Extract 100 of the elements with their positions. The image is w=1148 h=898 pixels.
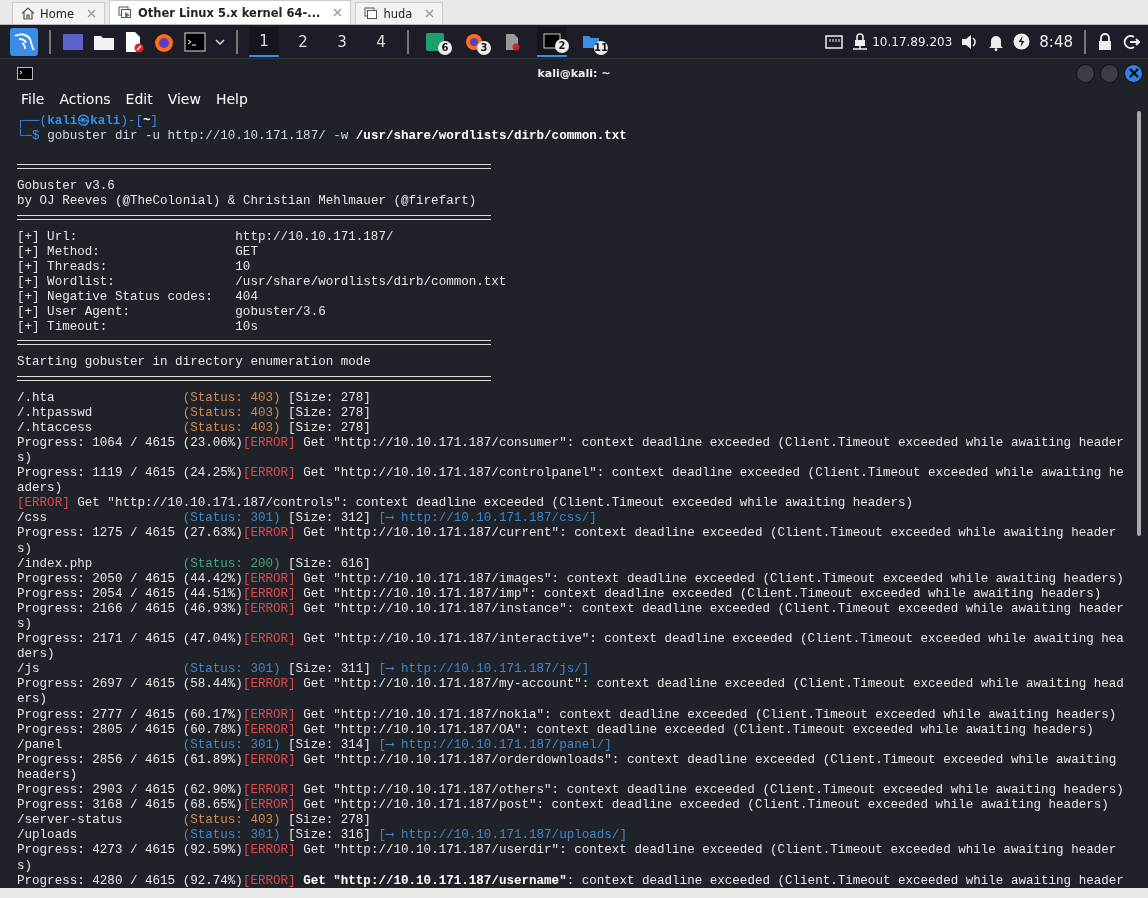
error-line: Progress: 2805 / 4615 (60.78%)[ERROR] Get "http://10.10.171.187/OA": context deadline exceeded (Client.Timeout exceeded while awaiting headers) — [17, 722, 1095, 738]
terminal-icon — [17, 66, 33, 80]
error-line: Progress: 2903 / 4615 (62.90%)[ERROR] Get "http://10.10.171.187/others": context deadline exceeded (Client.Timeout exceeded while awaiting headers) — [17, 783, 1125, 799]
output-text: [Size: 316] — [287, 828, 372, 843]
path-text: /.htaccess — [17, 420, 94, 436]
error-line: Progress: 2171 / 4615 (47.04%)[ERROR] Get "http://10.10.171.187/interactive": context deadline exceeded (Client.Timeout exceeded while awaiting headers) — [17, 632, 1125, 663]
menu-item[interactable]: View — [167, 91, 201, 107]
close-icon[interactable] — [86, 9, 96, 18]
output-text: [Size: 278] — [287, 813, 371, 828]
vm-running-icon — [117, 5, 133, 20]
vm-tab[interactable]: Home — [12, 2, 105, 24]
output-text: [Size: 278] — [287, 405, 371, 420]
status-text: (Status: 301) — [182, 662, 281, 677]
vm-tab[interactable]: Other Linux 5.x kernel 64-... — [108, 0, 352, 24]
document-icon — [505, 32, 521, 51]
clock-text: 8:48 — [1039, 32, 1073, 51]
status-text: (Status: 403) — [182, 390, 281, 405]
error-line: Progress: 2697 / 4615 (58.44%)[ERROR] Get "http://10.10.171.187/my-account": context deadline exceeded (Client.Timeout exceeded while awaiting headers) — [17, 677, 1125, 708]
prompt-frame: )-[ — [120, 114, 143, 128]
path-text: /.htpasswd — [17, 405, 94, 421]
taskbar-app[interactable]: 3 — [459, 26, 489, 57]
prompt-frame: ┌──( — [17, 114, 48, 128]
lock-icon[interactable] — [852, 32, 869, 51]
error-line: Progress: 1275 / 4615 (27.63%)[ERROR] Get "http://10.10.171.187/current": context deadline exceeded (Client.Timeout exceeded while awaiting headers) — [17, 526, 1118, 557]
taskbar-app[interactable]: 2 — [537, 26, 567, 57]
status-text: (Status: 403) — [182, 813, 281, 828]
error-line: Progress: 3168 / 4615 (68.65%)[ERROR] Get "http://10.10.171.187/post": context deadline exceeded (Client.Timeout exceeded while awaiting headers) — [17, 798, 1110, 814]
path-text: /server-status — [17, 813, 124, 829]
chevron-icon[interactable] — [215, 37, 225, 46]
error-line: Progress: 2856 / 4615 (61.89%)[ERROR] Get "http://10.10.171.187/orderdownloads": context deadline exceeded (Client.Timeout exceeded while awaiting headers) — [17, 752, 1118, 784]
output-text: by OJ Reeves (@TheColonial) & Christian Mehlmauer (@firefart) — [17, 194, 477, 209]
terminal-icon — [543, 32, 561, 49]
logout-icon[interactable] — [1122, 32, 1140, 51]
vm-tab[interactable]: huda — [355, 2, 444, 24]
error-line: Progress: 4273 / 4615 (92.59%)[ERROR] Get "http://10.10.171.187/userdir": context deadline exceeded (Client.Timeout exceeded while awaiting headers) — [17, 843, 1118, 874]
output-text: /usr/share/wordlists/dirb/common.txt — [235, 274, 507, 289]
close-button[interactable] — [1124, 63, 1143, 83]
scrollbar-thumb[interactable] — [1137, 111, 1141, 536]
terminal-icon[interactable] — [184, 31, 206, 52]
error-line: [ERROR] Get "http://10.10.171.187/controls": context deadline exceeded (Client.Timeout exceeded while awaiting headers) — [17, 496, 914, 512]
workspace-button[interactable]: 2 — [288, 26, 318, 57]
lock-icon[interactable] — [1097, 32, 1113, 51]
window-title: kali@kali: ~ — [537, 66, 611, 80]
redirect-link[interactable]: [⟶ http://10.10.171.187/uploads/] — [378, 828, 627, 843]
output-text: 10 — [235, 259, 251, 274]
vm-icon — [364, 7, 379, 20]
path-text: /uploads — [17, 828, 79, 844]
redirect-link[interactable]: [⟶ http://10.10.171.187/css/] — [378, 511, 597, 526]
bold-text: /usr/share/wordlists/dirb/common.txt — [355, 129, 627, 144]
redirect-link[interactable]: [⟶ http://10.10.171.187/panel/] — [378, 737, 612, 752]
output-text: GET — [235, 244, 258, 259]
workspace-button[interactable]: 3 — [327, 26, 357, 57]
close-icon[interactable] — [333, 8, 343, 17]
path-text: /.hta — [17, 390, 56, 406]
count-badge: 3 — [477, 40, 491, 55]
count-badge: 6 — [438, 40, 452, 55]
field-label: [+] Timeout: — [17, 320, 109, 336]
status-text: (Status: 301) — [182, 737, 281, 752]
workspace-button[interactable]: 4 — [366, 26, 396, 57]
ip-address: 10.17.89.203 — [872, 34, 953, 49]
error-line: Progress: 4280 / 4615 (92.74%)[ERROR] Get "http://10.10.171.187/username": context deadline exceeded (Client.Timeout exceeded while awaiting header — [17, 873, 1125, 889]
error-line: Progress: 1064 / 4615 (23.06%)[ERROR] Get "http://10.10.171.187/consumer": context deadline exceeded (Client.Timeout exceeded while awaiting headers) — [17, 435, 1125, 467]
dragon-logo-icon[interactable] — [10, 27, 38, 56]
taskbar-app[interactable]: 11 — [576, 26, 606, 57]
prompt-frame: └─$ — [17, 129, 48, 144]
path-text: /panel — [17, 737, 64, 753]
menu-item[interactable]: File — [21, 91, 45, 107]
output-text: 10s — [235, 320, 258, 335]
path-text: /css — [17, 511, 49, 527]
close-icon[interactable] — [425, 9, 435, 18]
status-text: (Status: 301) — [182, 828, 281, 843]
output-text: 404 — [235, 290, 258, 305]
status-text: (Status: 403) — [182, 405, 281, 420]
menu-item[interactable]: Edit — [125, 91, 153, 107]
error-line: Progress: 2166 / 4615 (46.93%)[ERROR] Get "http://10.10.171.187/instance": context deadline exceeded (Client.Timeout exceeded while awaiting headers) — [17, 601, 1125, 633]
prompt-frame: ] — [150, 114, 159, 128]
error-line: Progress: 2777 / 4615 (60.17%)[ERROR] Get "http://10.10.171.187/nokia": context deadline exceeded (Client.Timeout exceeded while awaiting headers) — [17, 707, 1118, 723]
output-text: [Size: 311] — [287, 662, 372, 677]
power-icon[interactable] — [1013, 33, 1031, 50]
home-icon — [21, 7, 35, 20]
taskbar-app[interactable]: 6 — [420, 26, 450, 57]
status-text: (Status: 403) — [182, 420, 281, 435]
path-text: /index.php — [17, 556, 94, 572]
output-text: Starting gobuster in directory enumeration mode — [17, 355, 371, 370]
prompt-dir: ~ — [142, 114, 151, 128]
document-icon[interactable] — [124, 30, 144, 53]
network-icon[interactable] — [825, 34, 844, 49]
terminal-icon — [426, 32, 444, 51]
output-text: gobuster/3.6 — [235, 305, 326, 320]
desktop-icon[interactable] — [62, 32, 84, 51]
error-line: Progress: 2050 / 4615 (44.42%)[ERROR] Get "http://10.10.171.187/images": context deadline exceeded (Client.Timeout exceeded while awaiting headers) — [17, 571, 1125, 587]
menu-item[interactable]: Actions — [59, 91, 111, 107]
field-label: [+] User Agent: — [17, 305, 131, 321]
menu-item[interactable]: Help — [215, 91, 248, 107]
prompt-user: kali㉿kali — [47, 114, 121, 128]
output-text: [Size: 314] — [287, 737, 372, 752]
output-text: [Size: 278] — [287, 420, 371, 435]
workspace-button[interactable]: 1 — [249, 26, 279, 57]
output-text: [Size: 278] — [287, 390, 371, 405]
redirect-link[interactable]: [⟶ http://10.10.171.187/js/] — [378, 662, 590, 677]
